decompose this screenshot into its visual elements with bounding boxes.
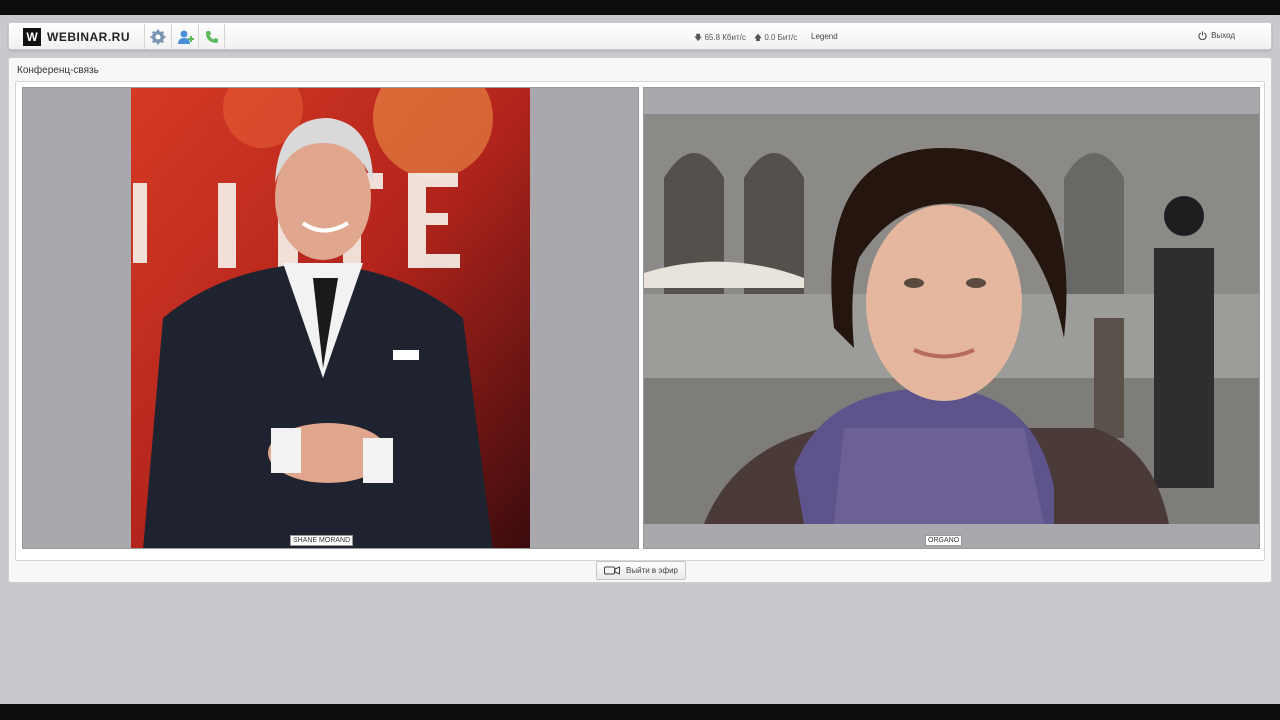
logout-button[interactable]: Выход	[1198, 31, 1235, 40]
arrow-down-icon: 🡇	[694, 33, 703, 42]
phone-icon	[205, 30, 218, 43]
download-rate-value: 65.8 Кбит/с	[704, 33, 746, 42]
participant-name-tag: SHANE MORAND	[290, 535, 354, 546]
arrow-up-icon: 🡅	[753, 33, 763, 42]
legend-link[interactable]: Legend	[811, 32, 838, 41]
go-live-button[interactable]: Выйти в эфир	[596, 561, 686, 580]
logout-label: Выход	[1211, 31, 1235, 40]
settings-button[interactable]	[144, 24, 171, 49]
camera-icon	[604, 566, 621, 575]
logo-mark: W	[23, 28, 41, 46]
letterbox-top	[0, 0, 1280, 15]
call-button[interactable]	[198, 24, 225, 49]
video-grid: SHANE MORAND ORGANO	[15, 81, 1265, 561]
letterbox-bottom	[0, 704, 1280, 720]
go-live-label: Выйти в эфир	[626, 566, 678, 575]
conference-panel: Конференц-связь SHANE MORAND ORGANO Выйт…	[8, 57, 1272, 583]
upload-rate: 🡅 0.0 Бит/с	[754, 32, 797, 46]
bandwidth-stats: 🡇 65.8 Кбит/с 🡅 0.0 Бит/с	[694, 32, 797, 46]
top-toolbar: W WEBINAR.RU 🡇 65.8 Кбит/с 🡅 0.0 Бит/с L…	[8, 22, 1272, 50]
add-user-icon	[177, 30, 194, 44]
brand-name: WEBINAR.RU	[47, 30, 130, 44]
upload-rate-value: 0.0 Бит/с	[764, 33, 798, 42]
participant-video-1	[131, 88, 530, 548]
video-tile-1[interactable]: SHANE MORAND	[22, 87, 639, 549]
gear-icon	[150, 29, 166, 44]
participant-video-2	[644, 114, 1259, 524]
download-rate: 🡇 65.8 Кбит/с	[694, 32, 746, 46]
panel-title: Конференц-связь	[17, 65, 99, 76]
video-tile-2[interactable]: ORGANO	[643, 87, 1260, 549]
brand-logo[interactable]: W WEBINAR.RU	[23, 28, 130, 46]
power-icon	[1198, 31, 1207, 40]
participant-name-tag: ORGANO	[925, 535, 963, 546]
add-user-button[interactable]	[171, 24, 198, 49]
